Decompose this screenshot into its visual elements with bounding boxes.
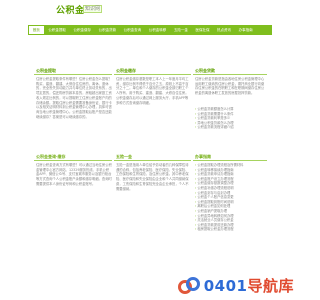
list-item[interactable]: ›租房提取公积金办理流程: [195, 227, 267, 232]
list-item-label: 异地公积金贷款怎么办理: [197, 120, 234, 125]
panel-guide: 办事指南 ›公积金提取办理流程及所需材料 ›公积金转移接续办理指南 ›公积金贷款申请…: [193, 153, 267, 232]
panel-title[interactable]: 公积金缴存: [114, 67, 191, 75]
nav-item[interactable]: 热点资讯: [213, 25, 235, 35]
nav-item[interactable]: 首页: [28, 25, 45, 35]
panel-loan: 公积金贷款 住房公积金贷款是指由各地住房公积金管理中心运用职工缴纳的住房公积金，…: [193, 67, 267, 130]
panel-text: 住房公积金查询方式有哪些？可以通过当地住房公积金管理中心官方网站、12329服务…: [36, 163, 112, 186]
list-item-label: 租房提取公积金办理流程: [197, 227, 234, 232]
main-nav: 首页 公积金提取 公积金缴存 公积金贷款 公积金查询 公积金转移 五险一金 医保社保 热点资讯办…: [28, 25, 272, 35]
list-item-label: 公积金补缴办理流程说明: [197, 185, 234, 190]
panel-title[interactable]: 公积金贷款: [193, 67, 267, 75]
guide-link-list: ›公积金提取办理流程及所需材料 ›公积金转移接续办理指南 ›公积金贷款申请办理指南 ›…: [193, 163, 267, 232]
list-item-label: 公积金销户提取办理: [197, 208, 227, 213]
list-item-label: 公积金封存与启封办理: [197, 190, 231, 195]
panel-title[interactable]: 公积金提取: [34, 67, 112, 75]
list-item-label: 公积金缴存基数调整办理: [197, 181, 234, 186]
list-item[interactable]: ›公积金贷款流程详细介绍: [195, 125, 267, 130]
watermark-logo-icon: [176, 276, 202, 296]
list-item-label: 公积金贷款申请办理指南: [197, 172, 234, 177]
list-item-label: 离职后公积金如何处理: [197, 204, 231, 209]
panel-query: 公积金查询·缴存 住房公积金查询方式有哪些？可以通过当地住房公积金管理中心官方网…: [34, 153, 112, 283]
nav-item[interactable]: 公积金贷款: [95, 25, 120, 35]
list-item-label: 公积金贷款额度怎么计算: [197, 107, 234, 111]
watermark: 0401导航库: [176, 275, 294, 296]
watermark-part-b: 导航库: [247, 277, 294, 295]
nav-item[interactable]: 公积金转移: [145, 25, 170, 35]
list-item-label: 公积金个人账户信息变更: [197, 195, 234, 200]
loan-link-list: ›公积金贷款额度怎么计算 ›公积金贷款需要什么条件 ›公积金贷款利率是多少 ›异地公积…: [193, 107, 267, 130]
nav-item[interactable]: 医保社保: [192, 25, 214, 35]
list-item-label: 灵活就业人员缴存公积金: [197, 218, 234, 223]
panel-title[interactable]: 五险一金: [114, 153, 191, 161]
nav-item[interactable]: 公积金提取: [45, 25, 70, 35]
list-item-label: 公积金转移接续办理指南: [197, 167, 234, 172]
nav-item[interactable]: 五险一金: [170, 25, 192, 35]
list-item-label: 公积金贷款利率是多少: [197, 116, 231, 121]
list-item-label: 公积金提取到账时间说明: [197, 199, 234, 204]
watermark-text: 0401导航库: [204, 275, 294, 296]
panel-text: 住房公积金提取条件有哪些？住房公积金怎么提取？购买、建造、翻建、大修自住住房的，…: [36, 77, 112, 119]
list-item-label: 公积金贷款提前还款办理: [197, 222, 234, 227]
nav-item[interactable]: 办事指南: [235, 25, 257, 35]
site-logo[interactable]: 公积金: [56, 3, 85, 16]
list-item-label: 公积金账户设立办理流程: [197, 176, 234, 181]
list-item-label: 公积金贷款需要什么条件: [197, 111, 234, 116]
panel-text: 住房公积金贷款是指由各地住房公积金管理中心运用职工缴纳的住房公积金，委托商业银行…: [195, 77, 265, 96]
watermark-part-a: 0401: [203, 277, 248, 295]
panel-withdraw: 公积金提取 住房公积金提取条件有哪些？住房公积金怎么提取？购买、建造、翻建、大修…: [34, 67, 112, 157]
panel-deposit: 公积金缴存 住房公积金缴存基数是职工本人上一年度月平均工资，缴存比例不得低于百分…: [114, 67, 191, 129]
panel-text: 五险一金是指用人单位给予劳动者的几种保障性待遇的合称，包括养老保险、医疗保险、失…: [116, 163, 189, 191]
panel-title[interactable]: 办事指南: [193, 153, 267, 161]
list-item-label: 公积金贷款流程详细介绍: [197, 125, 234, 130]
panel-text: 住房公积金缴存基数是职工本人上一年度月平均工资，缴存比例不得低于百分之五，原则上…: [116, 77, 189, 105]
panel-title[interactable]: 公积金查询·缴存: [34, 153, 112, 161]
panel-insurance: 五险一金 五险一金是指用人单位给予劳动者的几种保障性待遇的合称，包括养老保险、医…: [114, 153, 191, 283]
list-item-label: 公积金提取办理流程及所需材料: [197, 163, 244, 167]
site-logo-tag: 知识网: [83, 5, 103, 13]
nav-item[interactable]: 公积金缴存: [70, 25, 95, 35]
site-header: 公积金 知识网: [0, 0, 300, 18]
list-item-label: 公积金异地转移如何办理: [197, 213, 234, 218]
nav-item[interactable]: 公积金查询: [120, 25, 145, 35]
